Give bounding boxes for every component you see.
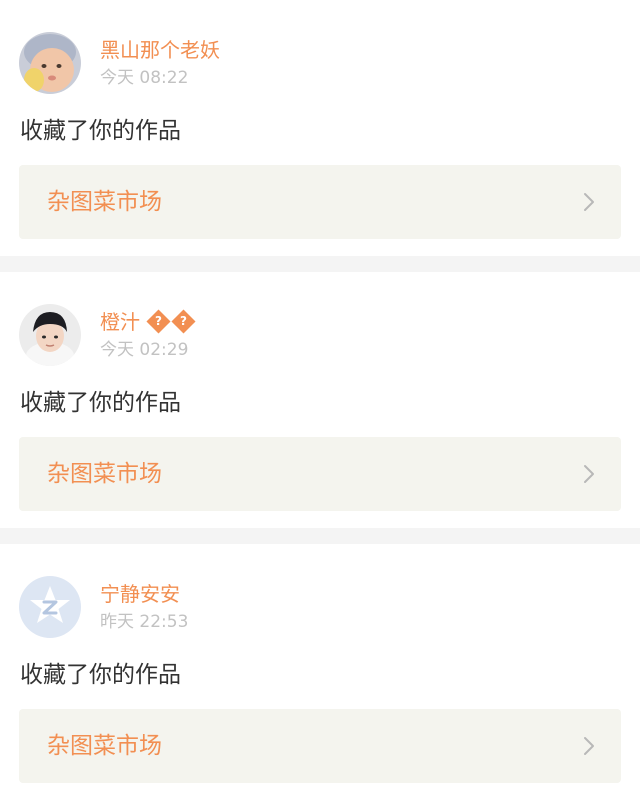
timestamp: 今天 02:29 bbox=[100, 340, 189, 360]
username-text: 宁静安安 bbox=[100, 582, 180, 606]
work-title: 杂图菜市场 bbox=[47, 189, 162, 215]
timestamp: 昨天 22:53 bbox=[100, 612, 189, 632]
divider bbox=[0, 528, 640, 544]
user-badges: ?? bbox=[142, 309, 196, 335]
username-text: 橙汁 bbox=[100, 310, 140, 334]
username-text: 黑山那个老妖 bbox=[100, 38, 220, 62]
badge-icon: ? bbox=[146, 309, 171, 334]
notification-card: 宁静安安 昨天 22:53 收藏了你的作品 杂图菜市场 bbox=[0, 544, 640, 800]
action-text: 收藏了你的作品 bbox=[20, 118, 181, 144]
baby-photo-avatar-icon bbox=[19, 32, 81, 94]
username[interactable]: 橙汁?? bbox=[100, 309, 196, 335]
chevron-right-icon bbox=[584, 193, 594, 211]
badge-icon: ? bbox=[171, 309, 196, 334]
notification-card: 黑山那个老妖 今天 08:22 收藏了你的作品 杂图菜市场 bbox=[0, 0, 640, 256]
chevron-right-icon bbox=[584, 737, 594, 755]
avatar[interactable] bbox=[19, 32, 81, 94]
notification-feed: 黑山那个老妖 今天 08:22 收藏了你的作品 杂图菜市场 橙汁?? 今天 02… bbox=[0, 0, 640, 800]
avatar[interactable] bbox=[19, 304, 81, 366]
username[interactable]: 宁静安安 bbox=[100, 581, 180, 607]
timestamp: 今天 08:22 bbox=[100, 68, 189, 88]
person-photo-avatar-icon bbox=[19, 304, 81, 366]
chevron-right-icon bbox=[584, 465, 594, 483]
work-link[interactable]: 杂图菜市场 bbox=[19, 437, 621, 511]
work-link[interactable]: 杂图菜市场 bbox=[19, 165, 621, 239]
avatar[interactable] bbox=[19, 576, 81, 638]
divider bbox=[0, 256, 640, 272]
default-star-avatar-icon bbox=[19, 576, 81, 638]
work-title: 杂图菜市场 bbox=[47, 461, 162, 487]
action-text: 收藏了你的作品 bbox=[20, 390, 181, 416]
action-text: 收藏了你的作品 bbox=[20, 662, 181, 688]
work-link[interactable]: 杂图菜市场 bbox=[19, 709, 621, 783]
notification-card: 橙汁?? 今天 02:29 收藏了你的作品 杂图菜市场 bbox=[0, 272, 640, 528]
username[interactable]: 黑山那个老妖 bbox=[100, 37, 220, 63]
work-title: 杂图菜市场 bbox=[47, 733, 162, 759]
